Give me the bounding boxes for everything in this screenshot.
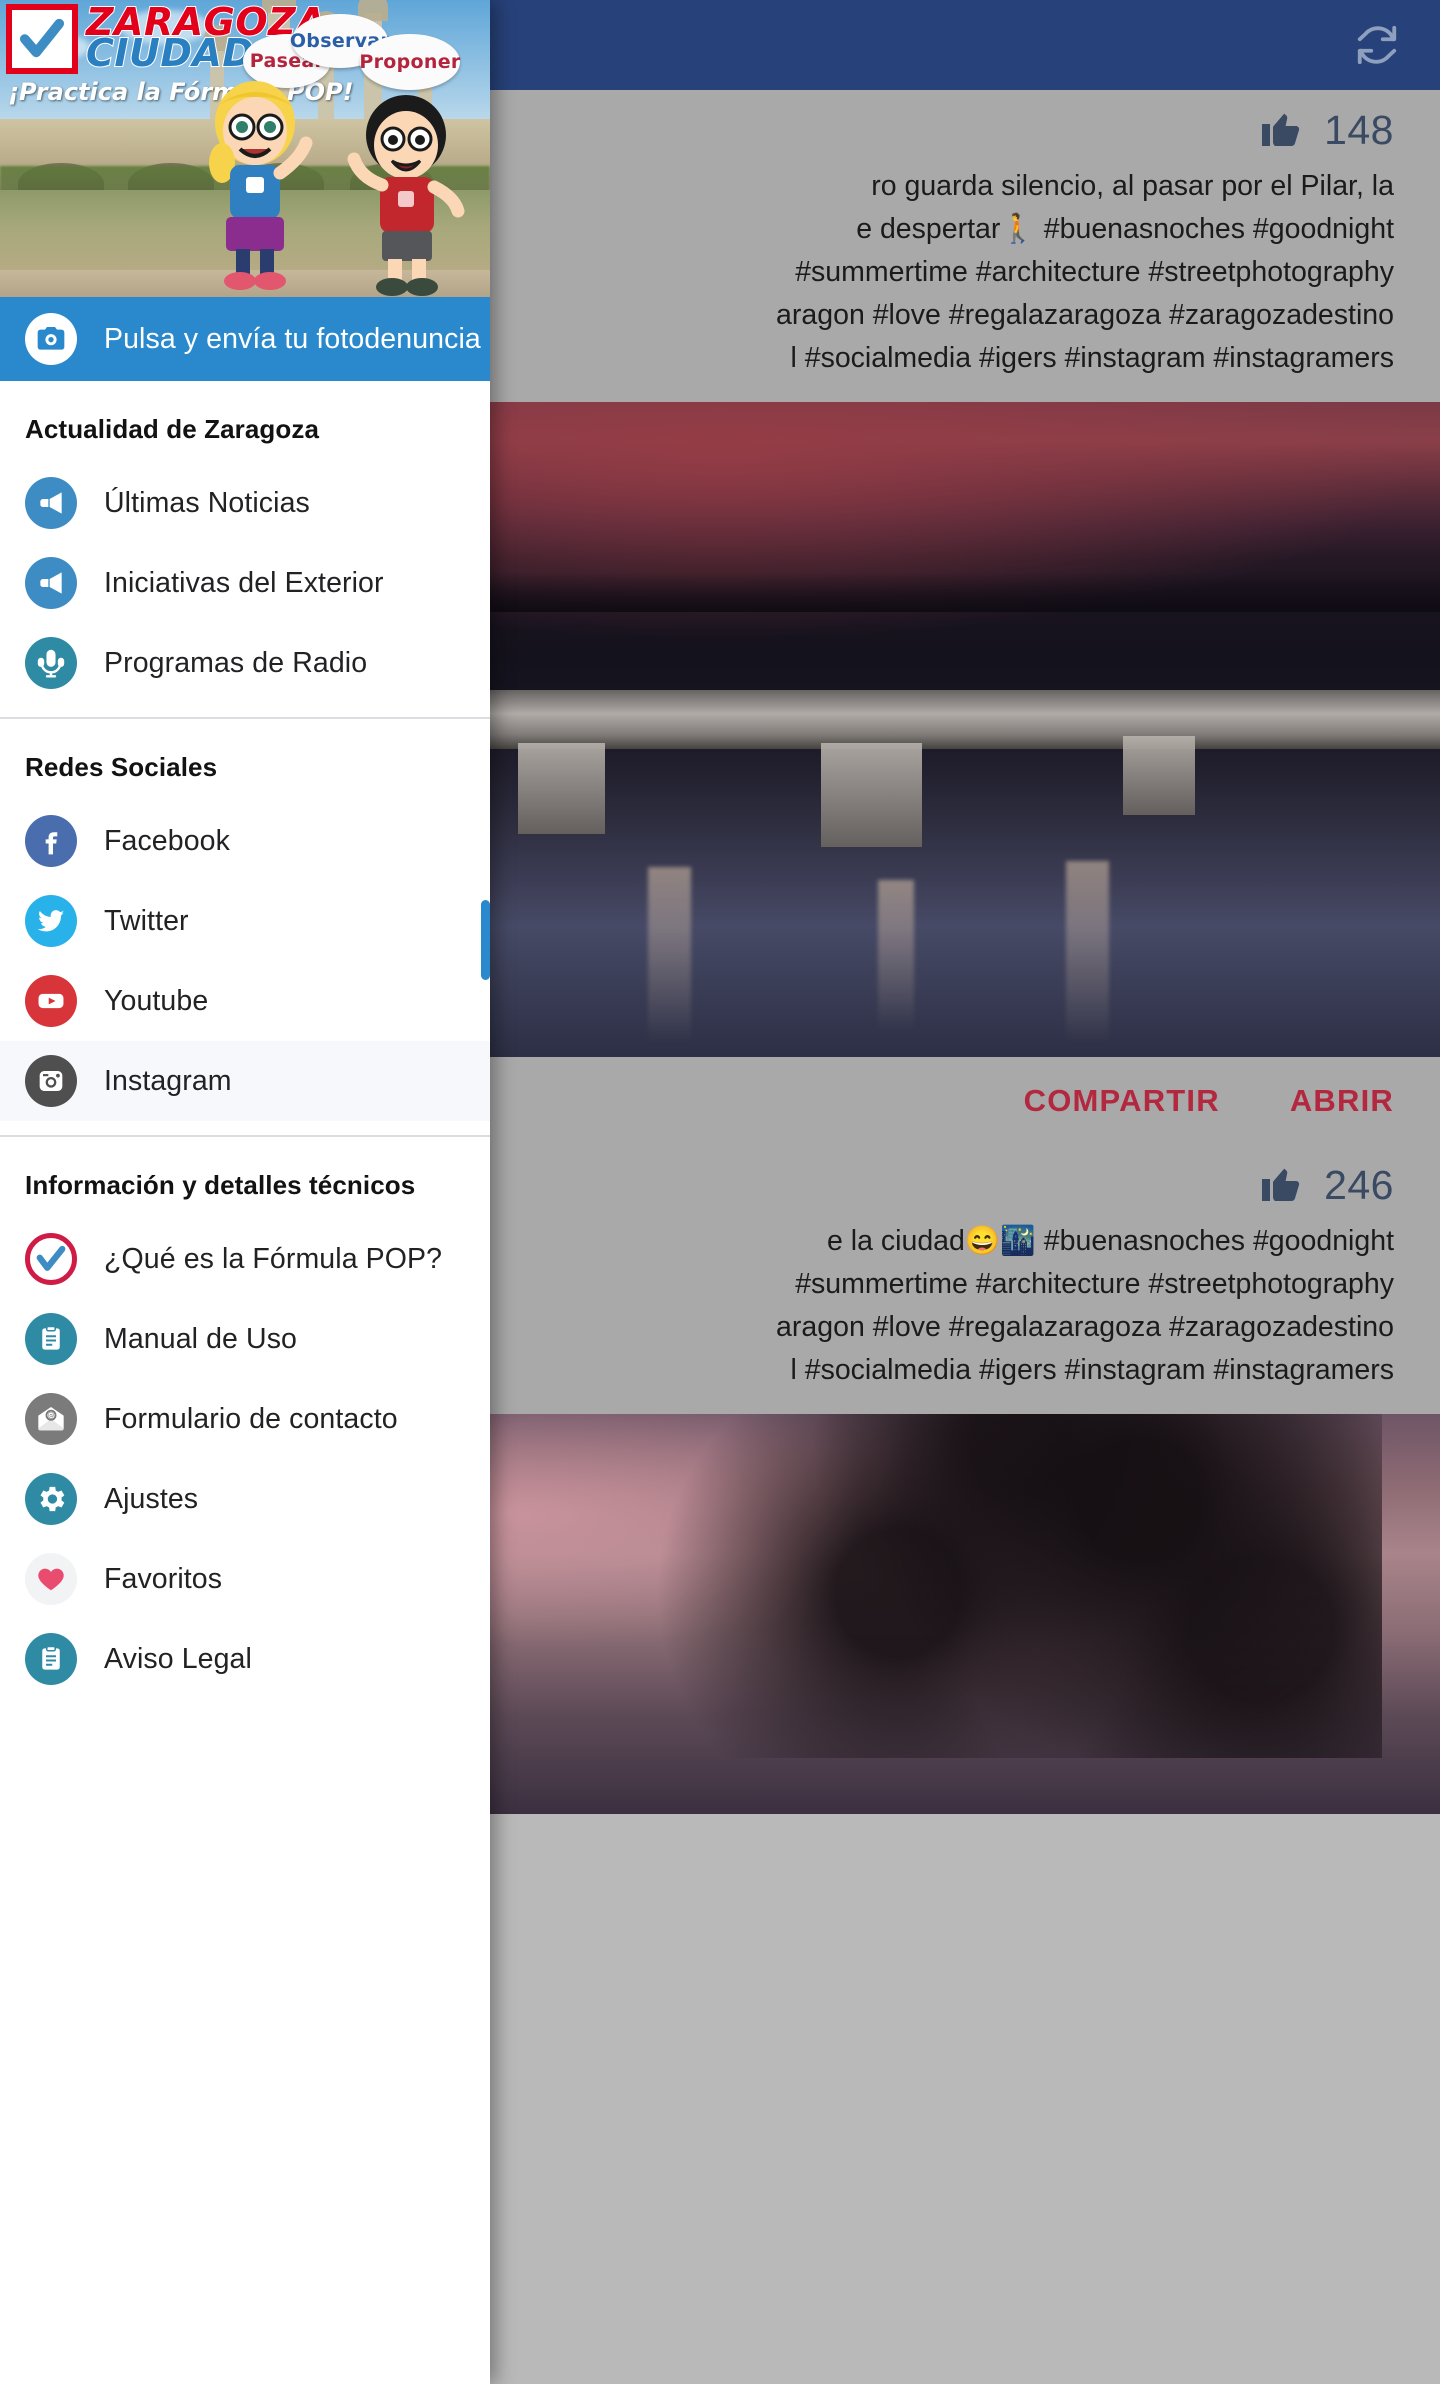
sidebar-item-youtube[interactable]: Youtube bbox=[0, 961, 490, 1041]
mascot-boy bbox=[338, 91, 468, 297]
sidebar-item-iniciativas-exterior[interactable]: Iniciativas del Exterior bbox=[0, 543, 490, 623]
camera-icon bbox=[25, 313, 77, 365]
drawer-header-banner: ZARAGOZA CIUDADANA ¡Practica la Fórmula … bbox=[0, 0, 490, 297]
open-button[interactable]: ABRIR bbox=[1290, 1083, 1394, 1119]
twitter-icon bbox=[25, 895, 77, 947]
app-logo bbox=[6, 4, 78, 74]
document-icon bbox=[25, 1633, 77, 1685]
navigation-drawer[interactable]: ZARAGOZA CIUDADANA ¡Practica la Fórmula … bbox=[0, 0, 490, 2384]
sidebar-item-formulario-contacto[interactable]: @ Formulario de contacto bbox=[0, 1379, 490, 1459]
email-envelope-icon: @ bbox=[25, 1393, 77, 1445]
sidebar-item-label: Iniciativas del Exterior bbox=[104, 566, 384, 599]
sidebar-item-manual-de-uso[interactable]: Manual de Uso bbox=[0, 1299, 490, 1379]
sidebar-item-label: Programas de Radio bbox=[104, 646, 368, 679]
sidebar-item-label: Instagram bbox=[104, 1064, 232, 1097]
sidebar-item-label: Últimas Noticias bbox=[104, 486, 310, 519]
gear-icon bbox=[25, 1473, 77, 1525]
sidebar-item-instagram[interactable]: Instagram bbox=[0, 1041, 490, 1121]
send-photo-report-button[interactable]: Pulsa y envía tu fotodenuncia bbox=[0, 297, 490, 381]
speech-bubble-label: Proponer bbox=[359, 51, 461, 73]
sidebar-item-label: ¿Qué es la Fórmula POP? bbox=[104, 1242, 443, 1275]
facebook-icon bbox=[25, 815, 77, 867]
section-actualidad: Actualidad de Zaragoza Últimas Noticias … bbox=[0, 381, 490, 717]
drawer-scrollbar[interactable] bbox=[481, 900, 490, 980]
sidebar-item-facebook[interactable]: Facebook bbox=[0, 801, 490, 881]
section-title: Actualidad de Zaragoza bbox=[25, 414, 320, 444]
sidebar-item-label: Favoritos bbox=[104, 1562, 223, 1595]
document-icon bbox=[25, 1313, 77, 1365]
sidebar-item-label: Formulario de contacto bbox=[104, 1402, 398, 1435]
thumbs-up-icon bbox=[1258, 1159, 1306, 1212]
sidebar-item-favoritos[interactable]: Favoritos bbox=[0, 1539, 490, 1619]
section-informacion: Información y detalles técnicos ¿Qué es … bbox=[0, 1135, 490, 1713]
megaphone-icon bbox=[25, 557, 77, 609]
mascot-girl bbox=[196, 77, 314, 291]
pop-check-icon bbox=[25, 1233, 77, 1285]
youtube-icon bbox=[25, 975, 77, 1027]
instagram-icon bbox=[25, 1055, 77, 1107]
share-button[interactable]: COMPARTIR bbox=[1024, 1083, 1220, 1119]
sidebar-item-twitter[interactable]: Twitter bbox=[0, 881, 490, 961]
sidebar-item-label: Ajustes bbox=[104, 1482, 199, 1515]
microphone-headset-icon bbox=[25, 637, 77, 689]
heart-icon bbox=[25, 1553, 77, 1605]
sidebar-item-ultimas-noticias[interactable]: Últimas Noticias bbox=[0, 463, 490, 543]
svg-text:@: @ bbox=[48, 1412, 55, 1420]
megaphone-icon bbox=[25, 477, 77, 529]
section-redes-sociales: Redes Sociales Facebook Twitter Youtube … bbox=[0, 717, 490, 1135]
speech-bubble-proponer: Proponer bbox=[359, 34, 461, 90]
like-count: 246 bbox=[1324, 1162, 1394, 1208]
sidebar-item-label: Youtube bbox=[104, 984, 209, 1017]
sidebar-item-ajustes[interactable]: Ajustes bbox=[0, 1459, 490, 1539]
section-title: Información y detalles técnicos bbox=[25, 1170, 416, 1200]
sidebar-item-aviso-legal[interactable]: Aviso Legal bbox=[0, 1619, 490, 1699]
section-title: Redes Sociales bbox=[25, 752, 218, 782]
like-count: 148 bbox=[1324, 107, 1394, 153]
refresh-icon[interactable] bbox=[1350, 18, 1404, 72]
sidebar-item-programas-radio[interactable]: Programas de Radio bbox=[0, 623, 490, 703]
sidebar-item-que-es-formula-pop[interactable]: ¿Qué es la Fórmula POP? bbox=[0, 1219, 490, 1299]
sidebar-item-label: Twitter bbox=[104, 904, 189, 937]
send-photo-report-label: Pulsa y envía tu fotodenuncia bbox=[104, 322, 481, 355]
sidebar-item-label: Aviso Legal bbox=[104, 1642, 252, 1675]
sidebar-item-label: Facebook bbox=[104, 824, 230, 857]
thumbs-up-icon bbox=[1258, 104, 1306, 157]
sidebar-item-label: Manual de Uso bbox=[104, 1322, 297, 1355]
